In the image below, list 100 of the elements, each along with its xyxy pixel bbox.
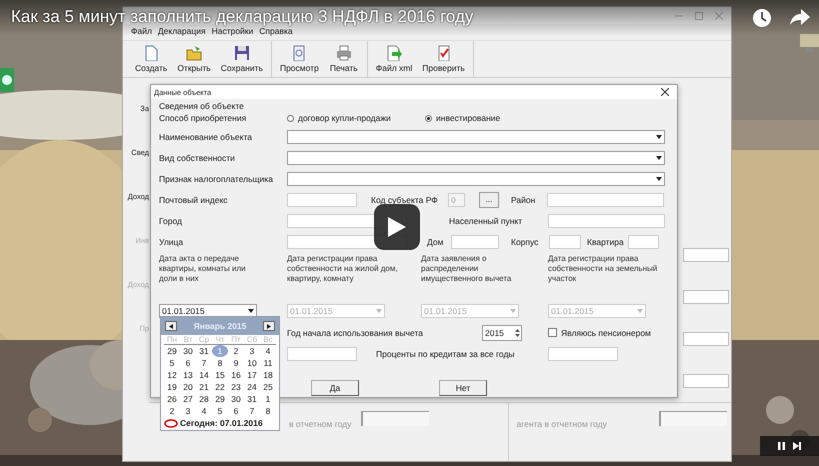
dropdown-arrow-icon[interactable] [655,176,663,182]
close-button[interactable] [659,86,671,98]
calendar-day[interactable]: 8 [212,357,228,369]
input-field[interactable] [451,234,499,248]
ellipse-icon [164,418,178,428]
calendar-day[interactable]: 4 [260,345,276,357]
maximize-icon[interactable] [695,12,703,20]
calendar-day[interactable]: 10 [244,357,260,369]
toolbar-button[interactable]: Создать [131,41,172,77]
calendar-day[interactable]: 30 [180,345,196,357]
input-field[interactable] [683,332,729,346]
spinner-arrows-icon[interactable] [514,326,521,338]
calendar-day[interactable]: 8 [260,405,276,417]
clock-icon[interactable] [752,8,772,28]
calendar-day[interactable]: 20 [180,381,196,393]
calendar-day[interactable]: 5 [212,405,228,417]
menu-item[interactable]: Справка [259,26,293,38]
calendar-day[interactable]: 31 [244,393,260,405]
calendar-day[interactable]: 21 [196,381,212,393]
input-field[interactable] [548,214,665,228]
page-icon [291,45,308,61]
input-field[interactable] [361,411,430,426]
calendar-day[interactable]: 5 [164,357,180,369]
calendar-day[interactable]: 31 [196,345,212,357]
previous-month-button[interactable] [165,321,177,331]
input-field[interactable] [287,192,357,206]
input-field[interactable] [659,411,727,426]
dropdown-field[interactable] [287,150,665,164]
calendar-day[interactable]: 13 [180,369,196,381]
toolbar-button[interactable]: Просмотр [276,41,323,77]
dropdown-arrow-icon[interactable] [247,308,255,314]
menu-item[interactable]: Файл [131,26,152,38]
browse-button[interactable]: ... [479,192,499,208]
app-icon[interactable] [0,68,14,92]
input-field[interactable] [549,234,581,248]
radio-option[interactable]: договор купли-продажи [287,113,425,123]
calendar-day[interactable]: 9 [228,357,244,369]
calendar-day[interactable]: 7 [196,357,212,369]
caret-right-icon [267,324,271,328]
dialog-button[interactable]: Да [311,380,359,396]
pause-button[interactable] [778,442,785,450]
calendar-day[interactable]: 2 [164,405,180,417]
computer-icon[interactable] [800,34,819,52]
input-field[interactable] [683,248,729,262]
calendar-day[interactable]: 16 [228,369,244,381]
calendar-day[interactable]: 4 [196,405,212,417]
input-field[interactable] [547,192,664,206]
dropdown-field[interactable] [287,130,665,144]
calendar-day[interactable]: 7 [244,405,260,417]
next-button[interactable] [793,442,801,450]
calendar-day[interactable]: 3 [244,345,260,357]
calendar-day[interactable]: 17 [244,369,260,381]
menu-item[interactable]: Настройки [212,26,254,38]
calendar-day[interactable]: 11 [260,357,276,369]
play-button[interactable] [374,204,420,250]
today-link[interactable]: Сегодня: 07.01.2016 [180,418,263,428]
next-month-button[interactable] [263,321,275,331]
calendar-day[interactable]: 27 [180,393,196,405]
input-field[interactable] [628,234,659,248]
video-title[interactable]: Как за 5 минут заполнить декларацию 3 НДФЛ в 2016 году [11,7,474,27]
year-spinner[interactable]: 2015 [482,324,522,340]
toolbar-button[interactable]: Открыть [173,41,215,77]
calendar-day[interactable]: 26 [164,393,180,405]
share-icon[interactable] [789,8,811,26]
radio-option[interactable]: инвестирование [425,113,563,123]
calendar-day[interactable]: 15 [212,369,228,381]
dialog-button[interactable]: Нет [439,380,487,396]
group-label: Сведения об объекте [159,101,245,110]
input-field[interactable] [287,346,357,360]
input-field[interactable] [548,346,618,360]
dropdown-arrow-icon[interactable] [655,154,663,160]
calendar-day[interactable]: 23 [228,381,244,393]
calendar-day[interactable]: 2 [228,345,244,357]
toolbar-button[interactable]: Печать [324,41,363,77]
pensioner-checkbox[interactable]: Являюсь пенсионером [548,328,651,338]
calendar-day[interactable]: 3 [180,405,196,417]
calendar-day[interactable]: 6 [180,357,196,369]
calendar-day[interactable]: 28 [196,393,212,405]
input-field[interactable] [683,290,729,304]
calendar-day[interactable]: 24 [244,381,260,393]
calendar-day[interactable]: 18 [260,369,276,381]
toolbar-button[interactable]: Файл xml [372,41,416,77]
calendar-day[interactable]: 25 [260,381,276,393]
toolbar-button[interactable]: Сохранить [216,41,267,77]
field-label: Город [159,216,183,226]
dropdown-field[interactable] [287,172,665,186]
calendar-day[interactable]: 6 [228,405,244,417]
calendar-day[interactable]: 12 [164,369,180,381]
menu-item[interactable]: Декларация [158,26,206,38]
input-field[interactable] [683,374,729,388]
toolbar-button[interactable]: Проверить [418,41,469,77]
calendar-day[interactable]: 29 [212,393,228,405]
calendar-day[interactable]: 19 [164,381,180,393]
close-icon[interactable] [715,12,723,20]
calendar-day[interactable]: 14 [196,369,212,381]
calendar-day[interactable]: 1 [260,393,276,405]
calendar-day[interactable]: 22 [212,381,228,393]
calendar-day[interactable]: 29 [164,345,180,357]
dropdown-arrow-icon[interactable] [655,134,663,140]
calendar-day[interactable]: 30 [228,393,244,405]
